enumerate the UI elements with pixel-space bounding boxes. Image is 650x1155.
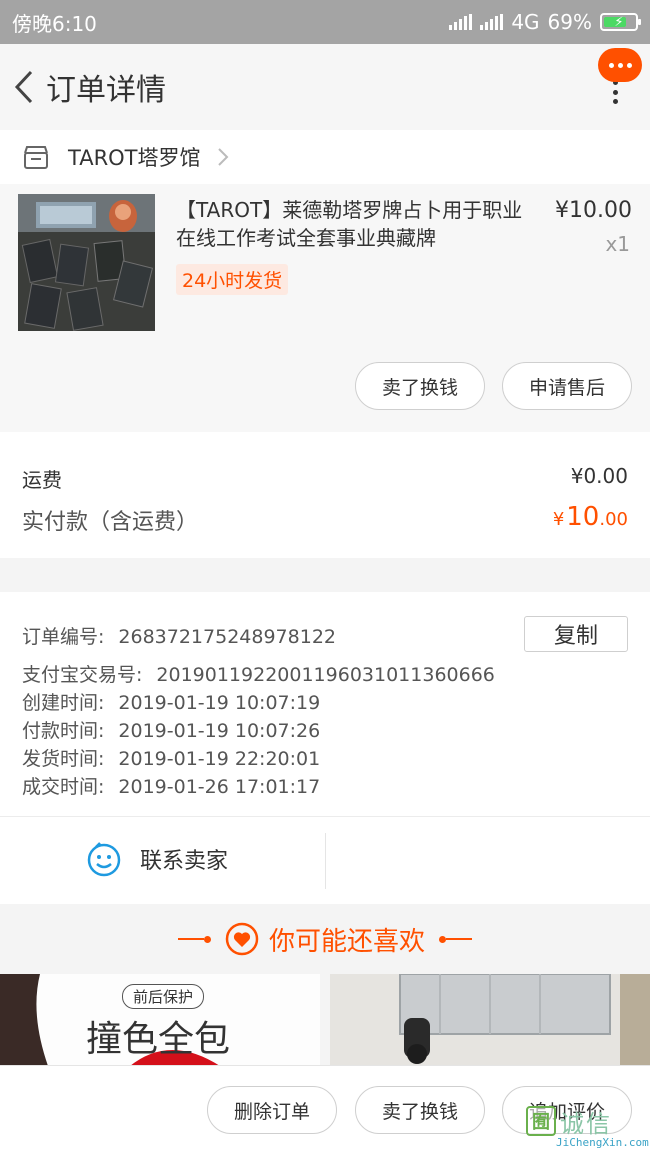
recommend-header: 你可能还喜欢 bbox=[0, 904, 650, 974]
fees-section: 运费 ¥0.00 实付款（含运费） ¥ 10 .00 bbox=[0, 432, 650, 558]
product-title[interactable]: 【TAROT】莱德勒塔罗牌占卜用于职业在线工作考试全套事业典藏牌 bbox=[176, 196, 526, 252]
paid-amount-decimal: .00 bbox=[599, 509, 628, 530]
order-number-label: 订单编号: bbox=[22, 626, 105, 648]
completed-time-line: 成交时间: 2019-01-26 17:01:17 bbox=[22, 772, 320, 799]
chevron-left-icon[interactable] bbox=[2, 57, 46, 117]
created-time-value: 2019-01-19 10:07:19 bbox=[118, 692, 321, 714]
paid-amount-label: 实付款（含运费） bbox=[22, 510, 199, 535]
chat-smile-icon bbox=[87, 842, 121, 877]
paid-amount-integer: 10 bbox=[566, 502, 600, 532]
paid-currency-symbol: ¥ bbox=[552, 509, 565, 530]
shipping-fee-label: 运费 bbox=[22, 468, 62, 492]
paid-amount-value: ¥ 10 .00 bbox=[553, 502, 628, 532]
completed-time-value: 2019-01-26 17:01:17 bbox=[118, 776, 321, 798]
after-sale-button[interactable]: 申请售后 bbox=[502, 362, 632, 410]
chevron-right-icon bbox=[217, 148, 228, 166]
contact-seller-button[interactable]: 联系卖家 bbox=[86, 841, 228, 877]
watermark-url: JiChengXin.com bbox=[556, 1136, 649, 1149]
copy-button[interactable]: 复制 bbox=[524, 616, 628, 652]
recommend-card[interactable]: 前后保护 撞色全包 bbox=[0, 974, 320, 1066]
recommend-card-tag: 前后保护 bbox=[122, 984, 205, 1009]
message-dots-icon[interactable] bbox=[598, 48, 642, 82]
alipay-number-label: 支付宝交易号: bbox=[22, 664, 143, 686]
status-indicators: 4G 69% ⚡ bbox=[449, 10, 641, 34]
shipped-time-value: 2019-01-19 22:20:01 bbox=[118, 748, 321, 770]
product-image[interactable] bbox=[18, 194, 155, 331]
battery-icon: ⚡ bbox=[600, 13, 641, 31]
watermark: 囿 诚信 JiChengXin.com bbox=[526, 1104, 649, 1152]
order-number-line: 订单编号: 268372175248978122 bbox=[22, 622, 336, 649]
contact-section: 联系卖家 bbox=[0, 816, 650, 904]
shipping-fee-value: ¥0.00 bbox=[570, 464, 628, 488]
divider bbox=[325, 833, 326, 889]
recommend-card-text: 撞色全包 bbox=[86, 1019, 231, 1060]
decor-dot-left bbox=[203, 935, 211, 943]
status-bar: 傍晚6:10 4G 69% ⚡ bbox=[0, 0, 650, 44]
battery-percent: 69% bbox=[547, 10, 592, 34]
completed-time-label: 成交时间: bbox=[22, 776, 105, 798]
recommend-title: 你可能还喜欢 bbox=[268, 926, 425, 957]
created-time-line: 创建时间: 2019-01-19 10:07:19 bbox=[22, 688, 320, 715]
status-time: 傍晚6:10 bbox=[12, 11, 97, 36]
paid-time-label: 付款时间: bbox=[22, 720, 105, 742]
order-info-section: 订单编号: 268372175248978122 复制 支付宝交易号: 201901… bbox=[0, 592, 650, 816]
resell-button[interactable]: 卖了换钱 bbox=[355, 362, 485, 410]
decor-line-left bbox=[177, 938, 204, 940]
product-quantity: x1 bbox=[605, 232, 630, 256]
shipping-tag: 24小时发货 bbox=[176, 264, 289, 295]
header: 订单详情 bbox=[0, 44, 650, 130]
shipped-time-line: 发货时间: 2019-01-19 22:20:01 bbox=[22, 744, 320, 771]
heart-icon bbox=[225, 922, 259, 956]
network-type: 4G bbox=[511, 10, 540, 34]
watermark-logo: 囿 bbox=[526, 1106, 556, 1136]
decor-line-right bbox=[446, 938, 472, 940]
alipay-number-value: 2019011922001196031011360666 bbox=[156, 664, 495, 686]
signal-icon bbox=[480, 14, 504, 30]
decor-dot-right bbox=[439, 935, 446, 943]
product-price: ¥10.00 bbox=[555, 198, 632, 223]
shop-name: TAROT塔罗馆 bbox=[68, 146, 201, 170]
delete-order-button[interactable]: 删除订单 bbox=[207, 1086, 337, 1134]
shipped-time-label: 发货时间: bbox=[22, 748, 105, 770]
resell-button[interactable]: 卖了换钱 bbox=[355, 1086, 485, 1134]
order-number-value: 268372175248978122 bbox=[118, 626, 336, 648]
watermark-text: 诚信 bbox=[560, 1110, 612, 1138]
created-time-label: 创建时间: bbox=[22, 692, 105, 714]
store-icon bbox=[24, 146, 48, 169]
signal-icon bbox=[449, 14, 473, 30]
alipay-number-line: 支付宝交易号: 2019011922001196031011360666 bbox=[22, 660, 495, 687]
more-vertical-icon[interactable] bbox=[610, 80, 620, 104]
contact-seller-label: 联系卖家 bbox=[140, 849, 229, 874]
product-card[interactable]: 【TAROT】莱德勒塔罗牌占卜用于职业在线工作考试全套事业典藏牌 24小时发货 … bbox=[0, 184, 650, 432]
shop-row[interactable]: TAROT塔罗馆 bbox=[0, 130, 650, 184]
page-title: 订单详情 bbox=[46, 73, 166, 108]
paid-time-value: 2019-01-19 10:07:26 bbox=[118, 720, 321, 742]
paid-time-line: 付款时间: 2019-01-19 10:07:26 bbox=[22, 716, 320, 743]
recommend-card[interactable] bbox=[330, 974, 650, 1066]
